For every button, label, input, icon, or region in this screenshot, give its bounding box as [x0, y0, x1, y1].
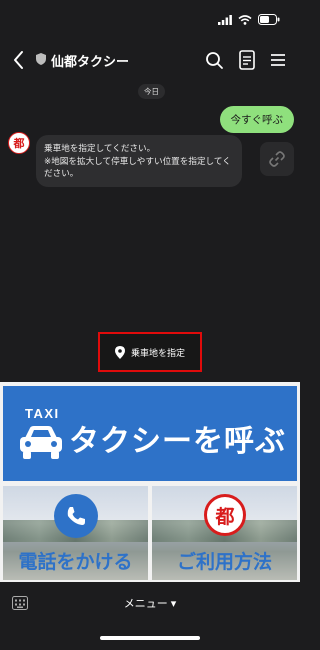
- page-title: 仙都タクシー: [51, 54, 130, 69]
- avatar[interactable]: 都: [8, 132, 30, 154]
- incoming-message-line: 乗車地を指定してください。: [44, 143, 156, 153]
- wifi-icon: [238, 14, 252, 25]
- phone-call-button[interactable]: 電話をかける: [3, 486, 148, 580]
- specify-pickup-button[interactable]: 乗車地を指定: [98, 332, 202, 372]
- verified-shield-icon: [36, 53, 46, 65]
- chat-header: 仙都タクシー: [0, 44, 300, 76]
- location-pin-icon: [114, 345, 125, 359]
- outgoing-message: 今すぐ呼ぶ: [219, 106, 294, 133]
- taxi-car-icon: [20, 426, 62, 459]
- menu-toggle-button[interactable]: メニュー ▾: [0, 595, 300, 611]
- phone-call-label: 電話をかける: [18, 552, 133, 573]
- search-icon[interactable]: [204, 49, 224, 71]
- taxi-sign-text: TAXI: [25, 406, 60, 421]
- status-bar: [0, 0, 300, 44]
- incoming-message-line: ※地図を拡大して停車しやすい位置を指定してください。: [44, 155, 231, 179]
- usage-guide-label: ご利用方法: [176, 552, 272, 573]
- notes-icon[interactable]: [237, 49, 257, 71]
- home-indicator: [100, 636, 200, 640]
- usage-guide-button[interactable]: 都 ご利用方法: [152, 486, 297, 580]
- call-taxi-button[interactable]: TAXI タクシーを呼ぶ: [3, 386, 297, 481]
- chat-area: 今日 今すぐ呼ぶ 都 乗車地を指定してください。 ※地図を拡大して停車しやすい位…: [0, 76, 300, 382]
- phone-icon: [54, 494, 98, 538]
- hamburger-menu-icon[interactable]: [268, 49, 288, 71]
- battery-icon: [258, 14, 280, 25]
- rich-menu: TAXI タクシーを呼ぶ 電話をかける 都 ご利用方法: [0, 382, 300, 582]
- company-seal-logo: 都: [204, 494, 246, 536]
- back-arrow-icon[interactable]: [10, 48, 28, 72]
- pickup-button-label: 乗車地を指定: [130, 347, 185, 358]
- date-separator: 今日: [138, 84, 165, 99]
- link-icon: [269, 151, 285, 167]
- signal-icon: [218, 14, 232, 25]
- bottom-bar: メニュー ▾: [0, 582, 300, 650]
- share-link-button[interactable]: [260, 142, 294, 176]
- call-taxi-label: タクシーを呼ぶ: [69, 425, 286, 458]
- incoming-message: 乗車地を指定してください。 ※地図を拡大して停車しやすい位置を指定してください。: [36, 135, 242, 187]
